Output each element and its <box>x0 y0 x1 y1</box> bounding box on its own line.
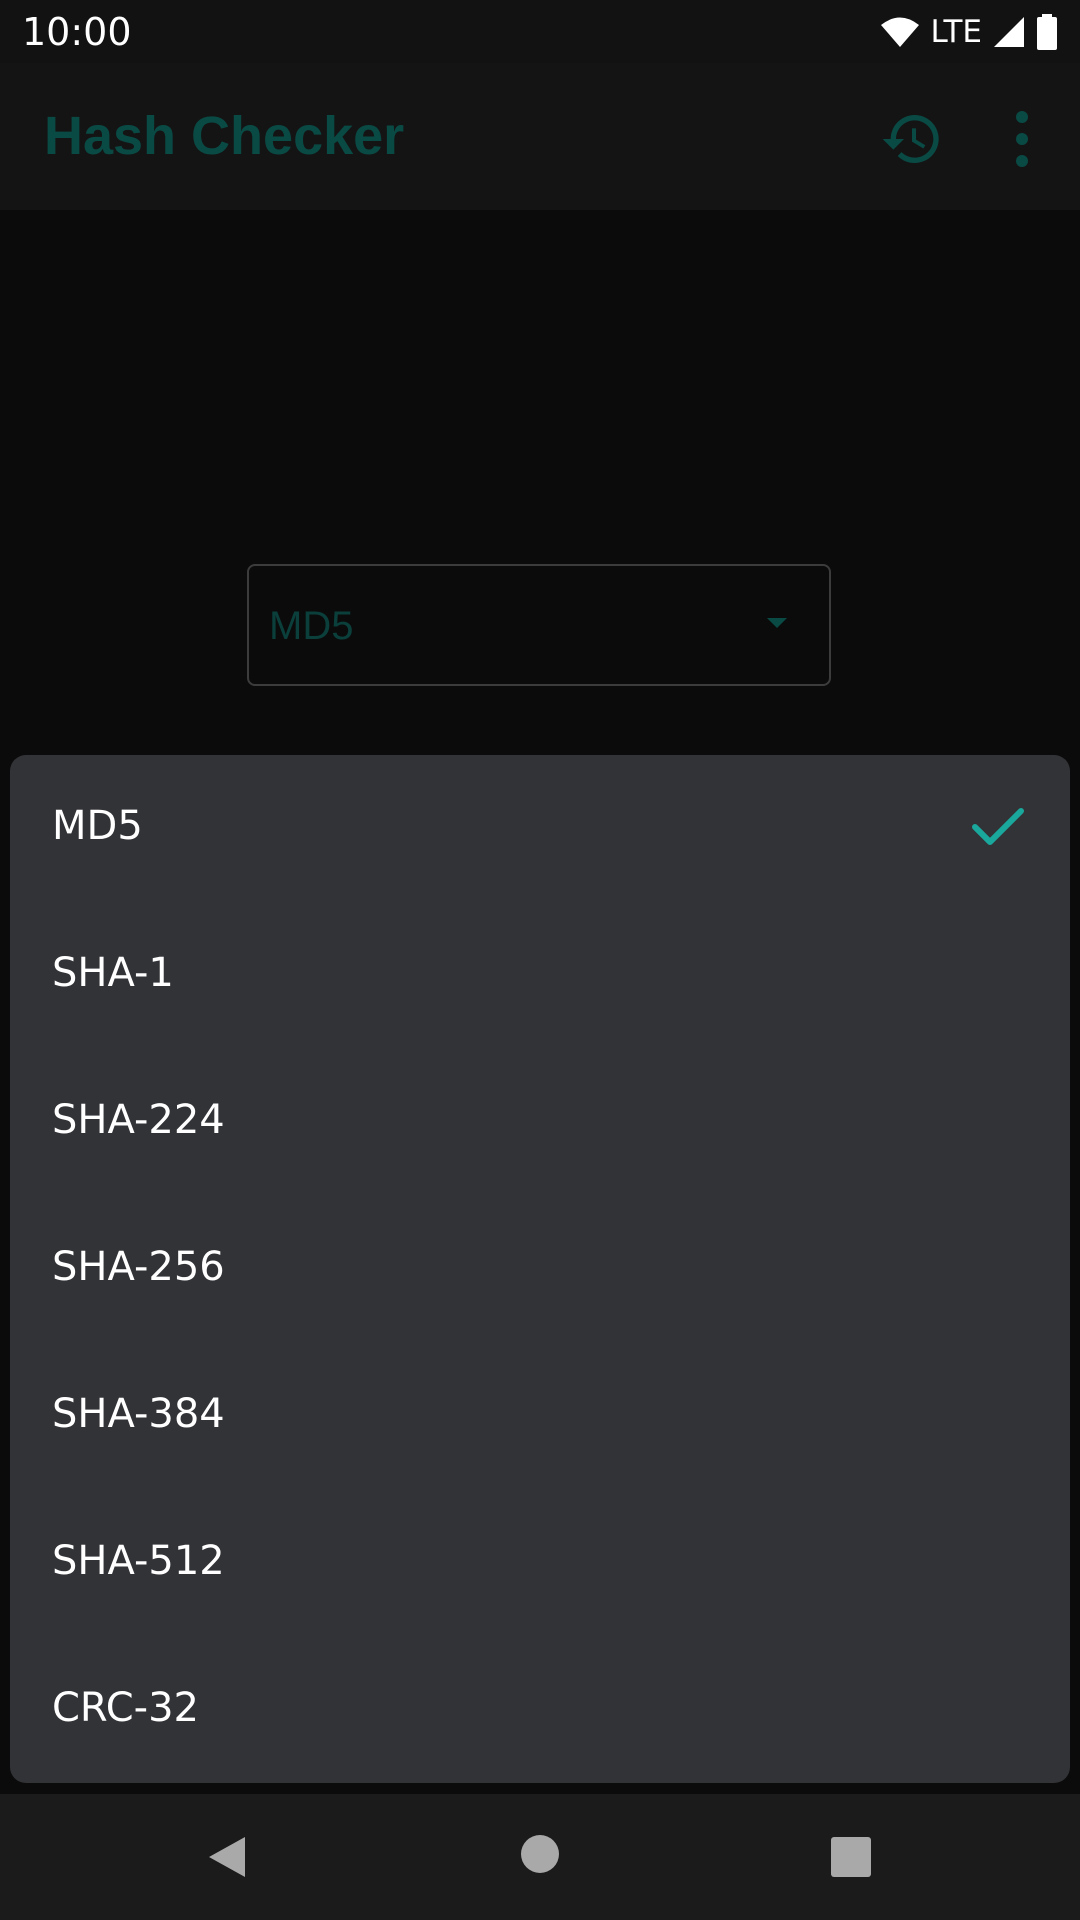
history-icon <box>882 115 939 164</box>
network-type-label: LTE <box>930 14 982 50</box>
dropdown-item-label: SHA-224 <box>52 1097 225 1143</box>
dropdown-item-crc32[interactable]: CRC-32 <box>10 1637 1070 1783</box>
dropdown-item-label: SHA-1 <box>52 950 174 996</box>
status-bar: 10:00 LTE <box>0 0 1080 63</box>
check-icon <box>972 808 1024 845</box>
status-icons: LTE <box>880 12 1058 52</box>
app-title: Hash Checker <box>44 106 405 166</box>
home-button[interactable] <box>520 1834 560 1874</box>
dropdown-arrow-icon <box>767 618 787 628</box>
dropdown-item-label: MD5 <box>52 803 143 849</box>
dropdown-item-sha384[interactable]: SHA-384 <box>10 1343 1070 1490</box>
cellular-signal-icon <box>994 17 1024 47</box>
algorithm-select[interactable]: MD5 <box>247 564 831 686</box>
battery-icon <box>1037 14 1057 50</box>
app-bar: Hash Checker <box>0 63 1080 210</box>
more-options-button[interactable] <box>1000 107 1044 171</box>
wifi-icon <box>881 17 920 47</box>
dropdown-item-sha1[interactable]: SHA-1 <box>10 902 1070 1049</box>
back-icon <box>209 1837 245 1877</box>
back-button[interactable] <box>205 1834 251 1880</box>
dropdown-item-md5[interactable]: MD5 <box>10 755 1070 902</box>
more-vert-icon <box>1016 111 1028 167</box>
recents-button[interactable] <box>830 1836 872 1878</box>
dropdown-item-sha256[interactable]: SHA-256 <box>10 1196 1070 1343</box>
algorithm-select-value: MD5 <box>269 604 354 648</box>
status-time: 10:00 <box>22 10 132 54</box>
dropdown-item-label: SHA-512 <box>52 1538 225 1584</box>
algorithm-dropdown-menu: MD5 SHA-1 SHA-224 SHA-256 SHA-384 SHA-51… <box>10 755 1070 1783</box>
history-button[interactable] <box>880 107 944 171</box>
recents-icon <box>831 1837 871 1877</box>
dropdown-item-label: CRC-32 <box>52 1685 199 1731</box>
dropdown-item-sha512[interactable]: SHA-512 <box>10 1490 1070 1637</box>
dropdown-item-label: SHA-256 <box>52 1244 225 1290</box>
system-nav-bar <box>0 1794 1080 1920</box>
home-icon <box>521 1835 559 1873</box>
dropdown-item-sha224[interactable]: SHA-224 <box>10 1049 1070 1196</box>
dropdown-item-label: SHA-384 <box>52 1391 225 1437</box>
